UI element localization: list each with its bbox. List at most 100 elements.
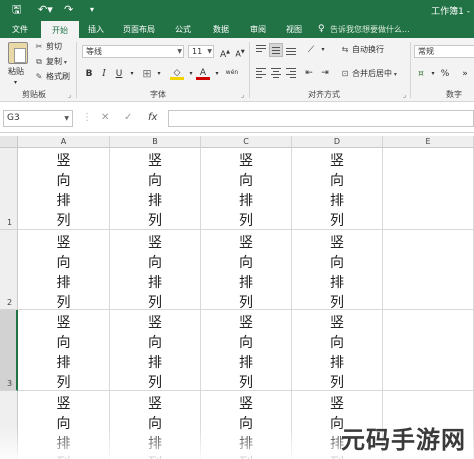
vertical-text: 竖向排列 (201, 233, 291, 313)
column-header-d[interactable]: D (292, 136, 383, 148)
wrap-text-button[interactable]: ⇆ 自动换行 (340, 44, 384, 56)
format-painter-button[interactable]: ✎ 格式刷 (34, 71, 70, 83)
paste-icon[interactable] (8, 42, 28, 64)
orientation-dropdown-icon[interactable]: ▾ (316, 43, 330, 57)
save-icon[interactable]: 🖫 (12, 3, 21, 17)
cell-e2[interactable] (383, 230, 474, 310)
percent-button[interactable]: % (438, 67, 452, 81)
shrink-font-button[interactable]: A▼ (233, 45, 247, 59)
scissors-icon: ✂ (35, 42, 43, 51)
align-middle-icon[interactable] (269, 43, 283, 57)
tab-formulas[interactable]: 公式 (166, 21, 200, 38)
clipboard-launcher-icon[interactable]: ⌟ (68, 91, 71, 99)
vertical-character: 竖 (56, 396, 71, 412)
vertical-character: 排 (330, 193, 344, 209)
vertical-character: 排 (239, 193, 253, 209)
vertical-character: 列 (148, 213, 162, 229)
font-color-button[interactable]: A (196, 66, 210, 80)
cell-c2[interactable]: 竖向排列 (201, 230, 292, 313)
vertical-character: 竖 (239, 235, 253, 251)
italic-button[interactable]: I (97, 67, 111, 81)
grow-font-button[interactable]: A▲ (218, 45, 232, 60)
name-box[interactable]: G3 ▼ (3, 110, 73, 127)
font-color-dropdown-icon[interactable]: ▾ (210, 67, 224, 81)
tab-review[interactable]: 审阅 (242, 21, 274, 38)
align-left-icon[interactable] (254, 66, 268, 80)
cell-e1[interactable] (383, 148, 474, 230)
vertical-character: 排 (239, 355, 253, 371)
column-header-e[interactable]: E (383, 136, 474, 148)
cell-d2[interactable]: 竖向排列 (292, 230, 383, 311)
cell-b1[interactable]: 竖向排列 (110, 148, 201, 230)
tab-home[interactable]: 开始 (41, 21, 79, 38)
row-header-1[interactable]: 1 (0, 148, 18, 230)
decrease-indent-icon[interactable]: ⇤ (302, 66, 316, 80)
vertical-character: 竖 (148, 396, 162, 412)
cell-d3[interactable]: 竖向排列 (292, 310, 383, 391)
vertical-character: 向 (239, 255, 253, 271)
align-bottom-icon[interactable] (284, 43, 298, 57)
undo-icon[interactable]: ↶▾ (38, 3, 53, 17)
row-header-2[interactable]: 2 (0, 230, 18, 310)
cell-a1[interactable]: 竖向排列 (18, 148, 110, 230)
cut-button[interactable]: ✂ 剪切 (34, 41, 62, 53)
vertical-character: 排 (56, 193, 71, 209)
font-size-combo[interactable]: 11 ▼ (188, 45, 214, 58)
copy-button[interactable]: ⧉ 复制 ▾ (34, 56, 67, 69)
number-format-combo[interactable]: 常规 (414, 45, 474, 58)
align-right-icon[interactable] (284, 66, 298, 80)
enter-icon[interactable]: ✓ (124, 112, 132, 123)
fill-color-icon[interactable]: ◇ (170, 66, 184, 80)
tab-data[interactable]: 数据 (204, 21, 238, 38)
underline-dropdown-icon[interactable]: ▾ (125, 67, 139, 81)
vertical-character: 竖 (148, 315, 162, 331)
cell-a2[interactable]: 竖向排列 (18, 230, 110, 311)
cell-b2[interactable]: 竖向排列 (110, 230, 201, 311)
redo-icon[interactable]: ↷ (64, 3, 73, 17)
cancel-icon[interactable]: ✕ (101, 112, 109, 123)
paste-dropdown-icon[interactable]: ▾ (14, 77, 17, 89)
tab-file[interactable]: 文件 (4, 21, 36, 38)
number-format-value: 常规 (418, 47, 434, 56)
font-name-combo[interactable]: 等线 ▼ (82, 45, 184, 58)
row-header-3[interactable]: 3 (0, 310, 18, 391)
select-all-corner[interactable] (0, 136, 18, 148)
tell-me-box[interactable]: 告诉我您想要做什么... (330, 21, 410, 38)
phonetic-guide-button[interactable]: wén (224, 66, 240, 80)
cell-c3[interactable]: 竖向排列 (201, 310, 292, 391)
align-top-icon[interactable] (254, 43, 268, 57)
border-dropdown-icon[interactable]: ▾ (152, 67, 166, 81)
formula-input[interactable] (168, 110, 474, 127)
worksheet-grid[interactable]: A B C D E 1 竖向排列 竖向排列 竖向排列 竖向排列 2 竖向排列 竖… (0, 136, 474, 459)
brush-icon: ✎ (35, 72, 43, 81)
cell-e3[interactable] (383, 310, 474, 391)
merge-center-label: 合并后居中 (352, 69, 392, 78)
insert-function-icon[interactable]: fx (148, 112, 157, 123)
vertical-character: 列 (330, 213, 344, 229)
tab-view[interactable]: 视图 (278, 21, 310, 38)
font-launcher-icon[interactable]: ⌟ (241, 91, 244, 99)
customize-quick-access-icon[interactable]: ▾ (90, 3, 94, 17)
increase-indent-icon[interactable]: ⇥ (318, 66, 332, 80)
cell-a3[interactable]: 竖向排列 (18, 310, 110, 391)
merge-center-button[interactable]: ⊡ 合并后居中 ▾ (340, 68, 397, 81)
cell-d1[interactable]: 竖向排列 (292, 148, 383, 230)
align-center-icon[interactable] (269, 66, 283, 80)
cell-b3[interactable]: 竖向排列 (110, 310, 201, 391)
tab-page-layout[interactable]: 页面布局 (114, 21, 164, 38)
vertical-character: 向 (330, 255, 344, 271)
tab-insert[interactable]: 插入 (80, 21, 112, 38)
drag-handle-icon[interactable]: ⋮ (82, 112, 92, 123)
vertical-character: 向 (239, 173, 253, 189)
vertical-character: 向 (330, 335, 344, 351)
comma-style-button[interactable]: » (458, 67, 472, 81)
cell-c1[interactable]: 竖向排列 (201, 148, 292, 230)
bold-button[interactable]: B (82, 67, 96, 81)
vertical-character: 向 (56, 335, 71, 351)
column-header-a[interactable]: A (18, 136, 110, 148)
alignment-launcher-icon[interactable]: ⌟ (403, 91, 406, 99)
column-header-c[interactable]: C (201, 136, 292, 148)
vertical-character: 向 (56, 255, 71, 271)
underline-button[interactable]: U (112, 67, 126, 81)
column-header-b[interactable]: B (110, 136, 201, 148)
